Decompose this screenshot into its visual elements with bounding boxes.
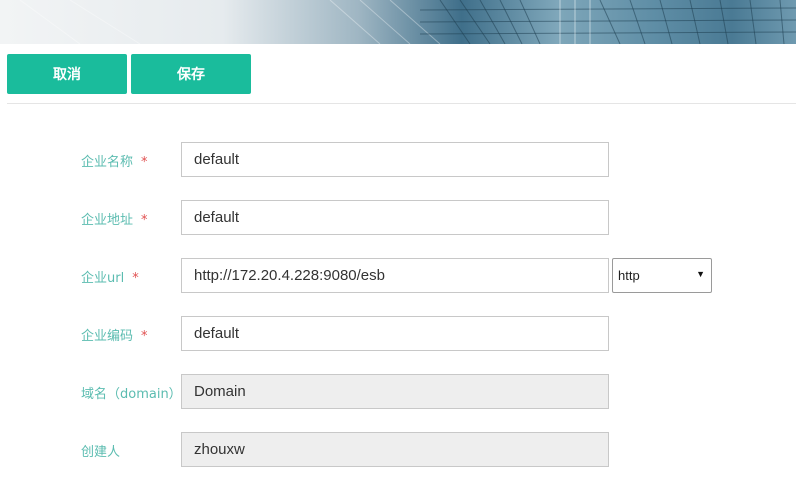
company-address-input[interactable]: [181, 200, 609, 235]
save-button[interactable]: 保存: [131, 54, 251, 94]
required-marker: *: [141, 213, 148, 228]
cancel-button[interactable]: 取消: [7, 54, 127, 94]
creator-label: 创建人: [81, 445, 121, 460]
required-marker: *: [141, 155, 148, 170]
building-facade-graphic: [19, 0, 796, 44]
form-row-creator: 创建人: [0, 432, 796, 468]
company-url-label: 企业url *: [81, 267, 139, 286]
domain-input: [181, 374, 609, 409]
protocol-select-value: http: [618, 268, 640, 283]
company-code-label-text: 企业编码: [81, 329, 134, 344]
form-row-company-code: 企业编码 *: [0, 316, 796, 352]
form-row-company-url: 企业url * http ▼: [0, 258, 796, 294]
required-marker: *: [141, 329, 148, 344]
header-banner-image: [0, 0, 796, 44]
form-row-company-address: 企业地址 *: [0, 200, 796, 236]
toolbar-divider: [7, 103, 796, 104]
company-name-input[interactable]: [181, 142, 609, 177]
company-name-label-text: 企业名称: [81, 155, 134, 170]
creator-input: [181, 432, 609, 467]
form-row-company-name: 企业名称 *: [0, 142, 796, 178]
company-code-label: 企业编码 *: [81, 325, 148, 344]
company-url-label-text: 企业url: [81, 271, 125, 286]
form-row-domain: 域名（domain）: [0, 374, 796, 410]
chevron-down-icon: ▼: [696, 269, 705, 279]
company-address-label: 企业地址 *: [81, 209, 148, 228]
company-address-label-text: 企业地址: [81, 213, 134, 228]
company-name-label: 企业名称 *: [81, 151, 148, 170]
domain-label: 域名（domain）: [81, 387, 182, 402]
protocol-select[interactable]: http ▼: [612, 258, 712, 293]
company-code-input[interactable]: [181, 316, 609, 351]
company-url-input[interactable]: [181, 258, 609, 293]
required-marker: *: [132, 271, 139, 286]
